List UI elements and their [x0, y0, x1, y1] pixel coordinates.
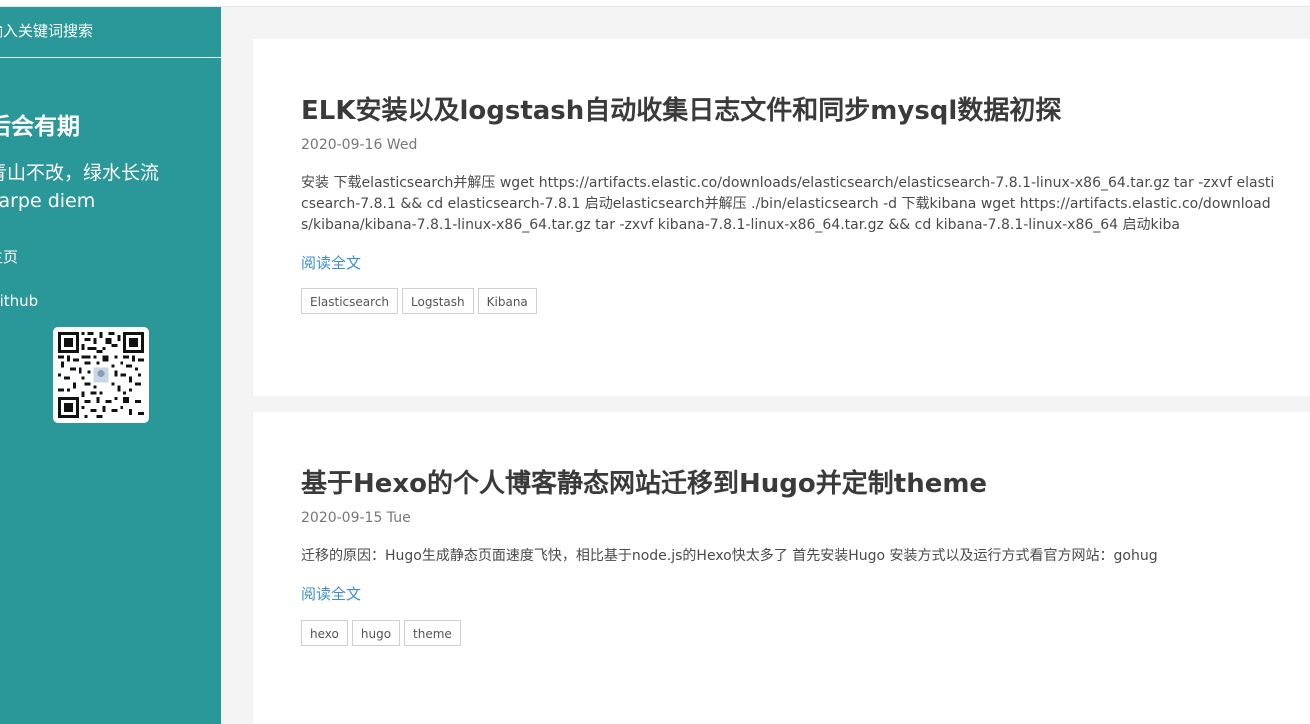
post-summary: 安装 下载elasticsearch并解压 wget https://artif…: [301, 175, 1275, 233]
nav-github-link[interactable]: Github: [0, 292, 38, 310]
tag-hugo[interactable]: hugo: [351, 620, 401, 646]
search-input[interactable]: [0, 19, 208, 43]
tag-theme[interactable]: theme: [404, 620, 461, 646]
site-motto: 青山不改，绿水长流 carpe diem: [0, 159, 159, 215]
read-more-link[interactable]: 阅读全文: [301, 583, 361, 604]
sidebar: 后会有期 青山不改，绿水长流 carpe diem 主页 Github: [0, 7, 221, 724]
tag-hexo[interactable]: hexo: [301, 620, 348, 646]
nav-home-link[interactable]: 主页: [0, 246, 18, 267]
post-tags: hexo hugo theme: [301, 620, 461, 646]
read-more-link[interactable]: 阅读全文: [301, 252, 361, 273]
search-bar: [0, 7, 221, 58]
site-title: 后会有期: [0, 114, 80, 140]
post-title-link[interactable]: ELK安装以及logstash自动收集日志文件和同步mysql数据初探: [301, 90, 1061, 127]
qr-code-icon: [53, 327, 149, 423]
post-summary: 迁移的原因：Hugo生成静态页面速度飞快，相比基于node.js的Hexo快太多…: [301, 548, 1158, 564]
tag-elasticsearch[interactable]: Elasticsearch: [301, 288, 399, 314]
post-date: 2020-09-15 Tue: [301, 510, 411, 526]
tag-kibana[interactable]: Kibana: [477, 288, 537, 314]
tag-logstash[interactable]: Logstash: [402, 288, 474, 314]
post-card: 基于Hexo的个人博客静态网站迁移到Hugo并定制theme 2020-09-1…: [253, 412, 1310, 724]
post-date: 2020-09-16 Wed: [301, 137, 418, 153]
post-title-link[interactable]: 基于Hexo的个人博客静态网站迁移到Hugo并定制theme: [301, 463, 987, 500]
top-border: [0, 0, 1310, 7]
post-card: ELK安装以及logstash自动收集日志文件和同步mysql数据初探 2020…: [253, 39, 1310, 396]
post-tags: Elasticsearch Logstash Kibana: [301, 288, 537, 314]
motto-line-1: 青山不改，绿水长流: [0, 162, 160, 184]
motto-line-2: carpe diem: [0, 190, 96, 212]
